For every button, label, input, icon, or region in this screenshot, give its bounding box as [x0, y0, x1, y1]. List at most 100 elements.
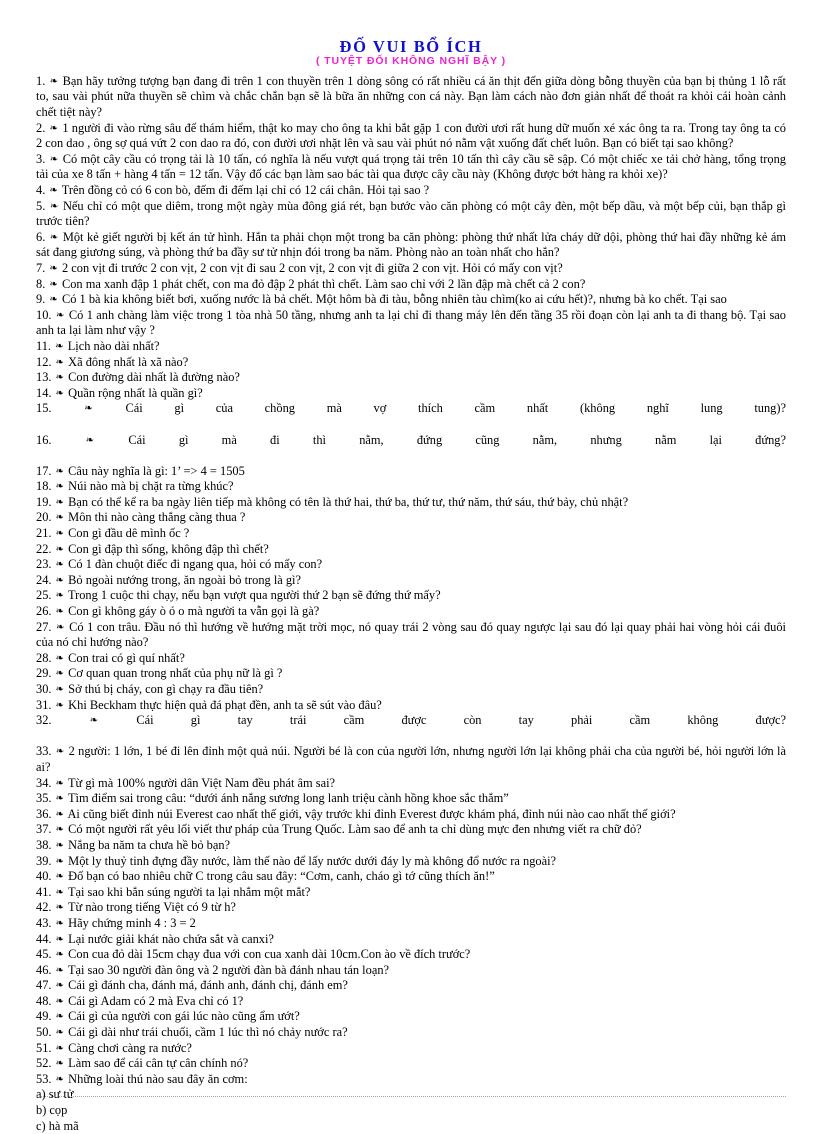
question-text: 2 con vịt đi trước 2 con vịt, 2 con vịt … — [61, 260, 563, 275]
diamond-bullet-icon: ❧ — [52, 465, 65, 477]
diamond-bullet-icon: ❧ — [46, 294, 58, 306]
diamond-bullet-icon: ❧ — [46, 231, 59, 243]
answer-option-label: b) cọp — [36, 1103, 68, 1118]
diamond-bullet-icon: ❧ — [46, 262, 58, 274]
question-item: 47. ❧ Cái gì đánh cha, đánh má, đánh anh… — [36, 978, 786, 994]
question-number: 29. — [36, 666, 52, 681]
diamond-bullet-icon: ❧ — [52, 668, 65, 680]
diamond-bullet-icon: ❧ — [52, 995, 65, 1007]
diamond-bullet-icon: ❧ — [52, 340, 64, 352]
question-item: 20. ❧ Môn thi nào càng thắng càng thua ? — [36, 510, 786, 526]
question-text: Càng chơi càng ra nước? — [68, 1040, 192, 1055]
question-text: Tại sao 30 người đàn ông và 2 người đàn … — [67, 962, 390, 977]
question-text: Con gì đầu dê mình ốc ? — [68, 526, 190, 541]
question-number: 18. — [36, 479, 52, 494]
question-text: Trên đồng cỏ có 6 con bò, đếm đi đếm lại… — [61, 183, 430, 198]
question-number: 40. — [36, 869, 52, 884]
diamond-bullet-icon: ❧ — [52, 917, 65, 929]
question-number: 7. — [36, 260, 46, 275]
question-number: 8. — [36, 276, 46, 291]
diamond-bullet-icon: ❧ — [52, 652, 65, 664]
diamond-bullet-icon: ❧ — [52, 372, 65, 384]
question-text: Môn thi nào càng thắng càng thua ? — [68, 510, 246, 525]
question-text: Con gì đập thì sống, không đập thì chết? — [68, 541, 269, 556]
diamond-bullet-icon: ❧ — [52, 777, 65, 789]
diamond-bullet-icon: ❧ — [52, 699, 65, 711]
question-text: Có 1 đàn chuột điếc đi ngang qua, hỏi có… — [68, 557, 323, 572]
question-item: 30. ❧ Sở thú bị cháy, con gì chạy ra đầu… — [36, 682, 786, 698]
diamond-bullet-icon: ❧ — [46, 122, 59, 134]
question-text: Những loài thú nào sau đây ăn cơm: — [68, 1071, 248, 1086]
question-text: Có một cây cầu có trọng tải là 10 tấn, c… — [36, 151, 786, 182]
diamond-bullet-icon: ❧ — [46, 75, 59, 87]
question-text: Một kẻ giết người bị kết án tử hình. Hắn… — [36, 229, 786, 260]
question-number: 33. — [36, 744, 52, 759]
footer-divider — [36, 1096, 786, 1097]
question-text: Cái gì của chồng mà vợ thích cầm nhất (k… — [125, 401, 786, 416]
question-item: 33. ❧ 2 người: 1 lớn, 1 bé đi lên đỉnh m… — [36, 744, 786, 775]
question-number: 41. — [36, 884, 52, 899]
question-number: 2. — [36, 120, 46, 135]
question-text: Tại sao khi bắn súng người ta lại nhắm m… — [67, 884, 311, 899]
question-text: 1 người đi vào rừng sâu để thám hiểm, th… — [36, 120, 786, 151]
question-item: 23. ❧ Có 1 đàn chuột điếc đi ngang qua, … — [36, 557, 786, 573]
question-number: 13. — [36, 370, 52, 385]
question-number: 27. — [36, 619, 52, 634]
question-text: Sở thú bị cháy, con gì chạy ra đầu tiên? — [68, 682, 264, 697]
question-number: 32. — [36, 713, 52, 728]
question-text: Con cua đỏ dài 15cm chạy đua với con cua… — [68, 947, 471, 962]
question-item: 44. ❧ Lại nước giải khát nào chứa sắt và… — [36, 932, 786, 948]
diamond-bullet-icon: ❧ — [46, 153, 59, 165]
question-number: 25. — [36, 588, 52, 603]
diamond-bullet-icon: ❧ — [52, 1058, 65, 1070]
question-number: 48. — [36, 993, 52, 1008]
question-item: 34. ❧ Từ gì mà 100% người dân Việt Nam đ… — [36, 776, 786, 792]
question-item: 31. ❧ Khi Beckham thực hiện quả đá phạt … — [36, 698, 786, 714]
diamond-bullet-icon: ❧ — [52, 793, 65, 805]
question-item: 28. ❧ Con trai có gì quí nhất? — [36, 651, 786, 667]
diamond-bullet-icon: ❧ — [52, 1042, 65, 1054]
diamond-bullet-icon: ❧ — [52, 496, 65, 508]
question-item: 48. ❧ Cái gì Adam có 2 mà Eva chỉ có 1? — [36, 994, 786, 1010]
question-number: 42. — [36, 900, 52, 915]
question-number: 11. — [36, 338, 52, 353]
question-number: 1. — [36, 73, 46, 88]
question-item: 51. ❧ Càng chơi càng ra nước? — [36, 1041, 786, 1057]
diamond-bullet-icon: ❧ — [52, 933, 65, 945]
question-item: 16. ❧ Cái gì mà đi thì nằm, đứng cũng nằ… — [36, 433, 786, 464]
diamond-bullet-icon: ❧ — [52, 543, 65, 555]
question-item: 10. ❧ Có 1 anh chàng làm việc trong 1 tò… — [36, 308, 786, 339]
question-text: Cơ quan quan trong nhất của phụ nữ là gì… — [68, 666, 283, 681]
question-text: Cái gì dài như trái chuối, cầm 1 lúc thì… — [68, 1025, 348, 1040]
question-item: 18. ❧ Núi nào mà bị chặt ra từng khúc? — [36, 479, 786, 495]
question-item: 45. ❧ Con cua đỏ dài 15cm chạy đua với c… — [36, 947, 786, 963]
question-text: Làm sao để cái cân tự cân chính nó? — [68, 1056, 249, 1071]
question-number: 17. — [36, 463, 52, 478]
page-title: ĐỐ VUI BỔ ÍCH — [339, 37, 483, 56]
diamond-bullet-icon: ❧ — [52, 1073, 65, 1085]
diamond-bullet-icon: ❧ — [52, 746, 65, 758]
question-text: Cái gì tay trái cầm được còn tay phải cầ… — [136, 713, 786, 728]
diamond-bullet-icon: ❧ — [52, 839, 65, 851]
question-text: Cái gì mà đi thì nằm, đứng cũng nằm, như… — [128, 432, 786, 447]
question-item: 25. ❧ Trong 1 cuộc thi chạy, nếu bạn vượ… — [36, 588, 786, 604]
question-number: 24. — [36, 572, 52, 587]
question-number: 38. — [36, 837, 52, 852]
question-number: 35. — [36, 791, 52, 806]
document-page: ĐỐ VUI BỔ ÍCH ( TUYỆT ĐỐI KHÔNG NGHĨ BẬY… — [0, 0, 816, 1133]
question-text: 2 người: 1 lớn, 1 bé đi lên đỉnh một quả… — [36, 744, 786, 774]
question-item: 6. ❧ Một kẻ giết người bị kết án tử hình… — [36, 230, 786, 261]
question-number: 49. — [36, 1009, 52, 1024]
diamond-bullet-icon: ❧ — [46, 200, 59, 212]
question-item: 19. ❧ Bạn có thể kể ra ba ngày liên tiếp… — [36, 495, 786, 511]
question-item: 3. ❧ Có một cây cầu có trọng tải là 10 t… — [36, 152, 786, 183]
question-number: 3. — [36, 151, 46, 166]
question-number: 14. — [36, 385, 52, 400]
option-list: a) sư tử b) cọp c) hà mã — [36, 1087, 786, 1134]
question-number: 9. — [36, 292, 46, 307]
question-number: 10. — [36, 307, 52, 322]
question-text: Trong 1 cuộc thi chạy, nếu bạn vượt qua … — [67, 588, 441, 603]
question-text: Tìm điểm sai trong câu: “dưới ánh nắng s… — [67, 791, 509, 806]
question-text: Nắng ba năm ta chưa hề bỏ bạn? — [68, 837, 231, 852]
question-number: 15. — [36, 401, 52, 416]
